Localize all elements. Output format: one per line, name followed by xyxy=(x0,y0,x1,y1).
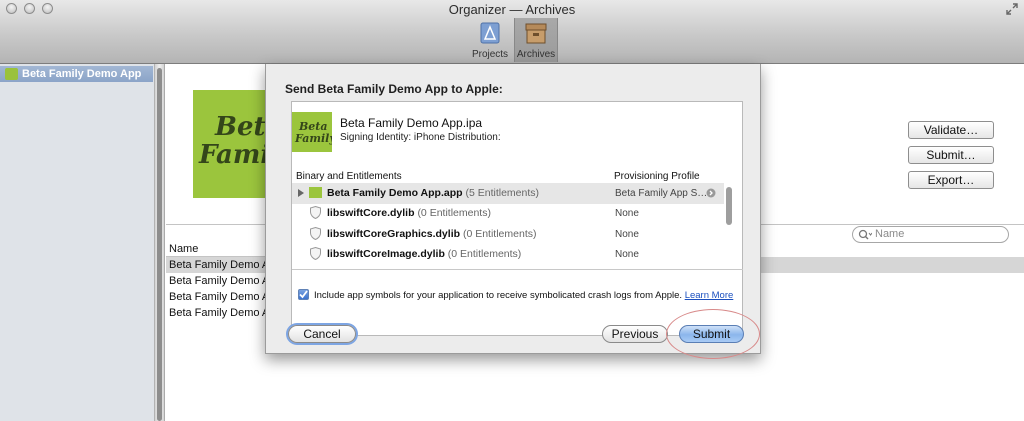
archive-row[interactable]: Beta Family Demo App xyxy=(166,257,266,273)
submit-sheet: Send Beta Family Demo App to Apple: Beta… xyxy=(265,64,761,354)
toolbar-projects-label: Projects xyxy=(471,49,509,60)
archive-row[interactable]: Beta Family Demo App xyxy=(166,305,266,321)
entitlement-count: (0 Entitlements) xyxy=(447,248,522,260)
export-button[interactable]: Export… xyxy=(908,171,994,189)
sidebar-scrollbar[interactable] xyxy=(155,64,165,421)
sidebar-item-label: Beta Family Demo App xyxy=(22,68,142,80)
binary-name: libswiftCoreGraphics.dylib xyxy=(327,228,461,240)
disclosure-triangle-icon[interactable] xyxy=(297,189,305,197)
submit-button[interactable]: Submit xyxy=(679,325,744,343)
binary-row[interactable]: libswiftCoreImage.dylib (0 Entitlements)… xyxy=(292,244,724,265)
entitlements-table-header: Binary and Entitlements Provisioning Pro… xyxy=(292,167,744,183)
provisioning-profile: Beta Family App S… xyxy=(615,188,708,199)
search-field[interactable]: Name xyxy=(852,226,1009,243)
include-symbols-label: Include app symbols for your application… xyxy=(314,290,734,301)
archives-icon xyxy=(525,23,547,44)
sidebar: Beta Family Demo App xyxy=(0,64,155,421)
sidebar-item-beta-family-demo-app[interactable]: Beta Family Demo App xyxy=(0,66,153,82)
search-icon xyxy=(858,229,872,240)
projects-icon xyxy=(480,22,500,44)
search-placeholder: Name xyxy=(875,228,905,240)
archive-row[interactable]: Beta Family Demo App xyxy=(166,273,266,289)
include-symbols-checkbox[interactable] xyxy=(298,289,309,300)
binary-name: libswiftCore.dylib xyxy=(327,207,415,219)
toolbar-archives-label: Archives xyxy=(516,49,556,60)
validate-button[interactable]: Validate… xyxy=(908,121,994,139)
fullscreen-icon[interactable] xyxy=(1006,3,1018,15)
toolbar-archives-button[interactable]: Archives xyxy=(514,18,558,62)
shield-icon xyxy=(310,247,321,260)
divider xyxy=(166,224,266,225)
binary-name: libswiftCoreImage.dylib xyxy=(327,248,445,260)
selected-row-highlight xyxy=(760,257,1024,273)
submission-panel: Beta Family Beta Family Demo App.ipa Sig… xyxy=(291,101,743,336)
app-icon xyxy=(5,68,18,80)
previous-button[interactable]: Previous xyxy=(602,325,668,343)
provisioning-profile: None xyxy=(615,229,639,240)
sheet-title: Send Beta Family Demo App to Apple: xyxy=(285,82,503,96)
toolbar-projects-button[interactable]: Projects xyxy=(468,18,512,62)
cancel-button[interactable]: Cancel xyxy=(288,325,356,343)
column-header-binary[interactable]: Binary and Entitlements xyxy=(296,171,402,182)
entitlement-count: (0 Entitlements) xyxy=(462,228,537,240)
binary-row[interactable]: libswiftCoreGraphics.dylib (0 Entitlemen… xyxy=(292,224,724,245)
binary-row[interactable]: libswiftCore.dylib (0 Entitlements) None xyxy=(292,203,724,224)
ipa-app-icon: Beta Family xyxy=(292,112,337,152)
ipa-file-name: Beta Family Demo App.ipa xyxy=(340,116,483,130)
arrow-circle-icon[interactable] xyxy=(706,188,716,198)
entitlement-count: (5 Entitlements) xyxy=(465,187,540,199)
shield-icon xyxy=(310,227,321,240)
checkmark-icon xyxy=(299,290,308,299)
divider xyxy=(760,224,1024,225)
provisioning-profile: None xyxy=(615,208,639,219)
binary-name: Beta Family Demo App.app xyxy=(327,187,463,199)
submit-archive-button[interactable]: Submit… xyxy=(908,146,994,164)
shield-icon xyxy=(310,206,321,219)
window-title: Organizer — Archives xyxy=(448,2,576,17)
archive-row[interactable]: Beta Family Demo App xyxy=(166,289,266,305)
entitlement-count: (0 Entitlements) xyxy=(417,207,491,219)
app-icon xyxy=(309,187,322,198)
binary-row[interactable]: Beta Family Demo App.app (5 Entitlements… xyxy=(292,183,724,204)
learn-more-link[interactable]: Learn More xyxy=(685,290,734,301)
divider xyxy=(292,269,743,270)
column-header-profile[interactable]: Provisioning Profile xyxy=(614,171,700,182)
window-titlebar: Organizer — Archives Projects Archives xyxy=(0,0,1024,64)
svg-text:Family: Family xyxy=(294,132,332,145)
entitlements-scrollbar[interactable] xyxy=(723,185,735,269)
provisioning-profile: None xyxy=(615,249,639,260)
column-header-name[interactable]: Name xyxy=(166,243,266,257)
signing-identity: Signing Identity: iPhone Distribution: xyxy=(340,132,501,143)
